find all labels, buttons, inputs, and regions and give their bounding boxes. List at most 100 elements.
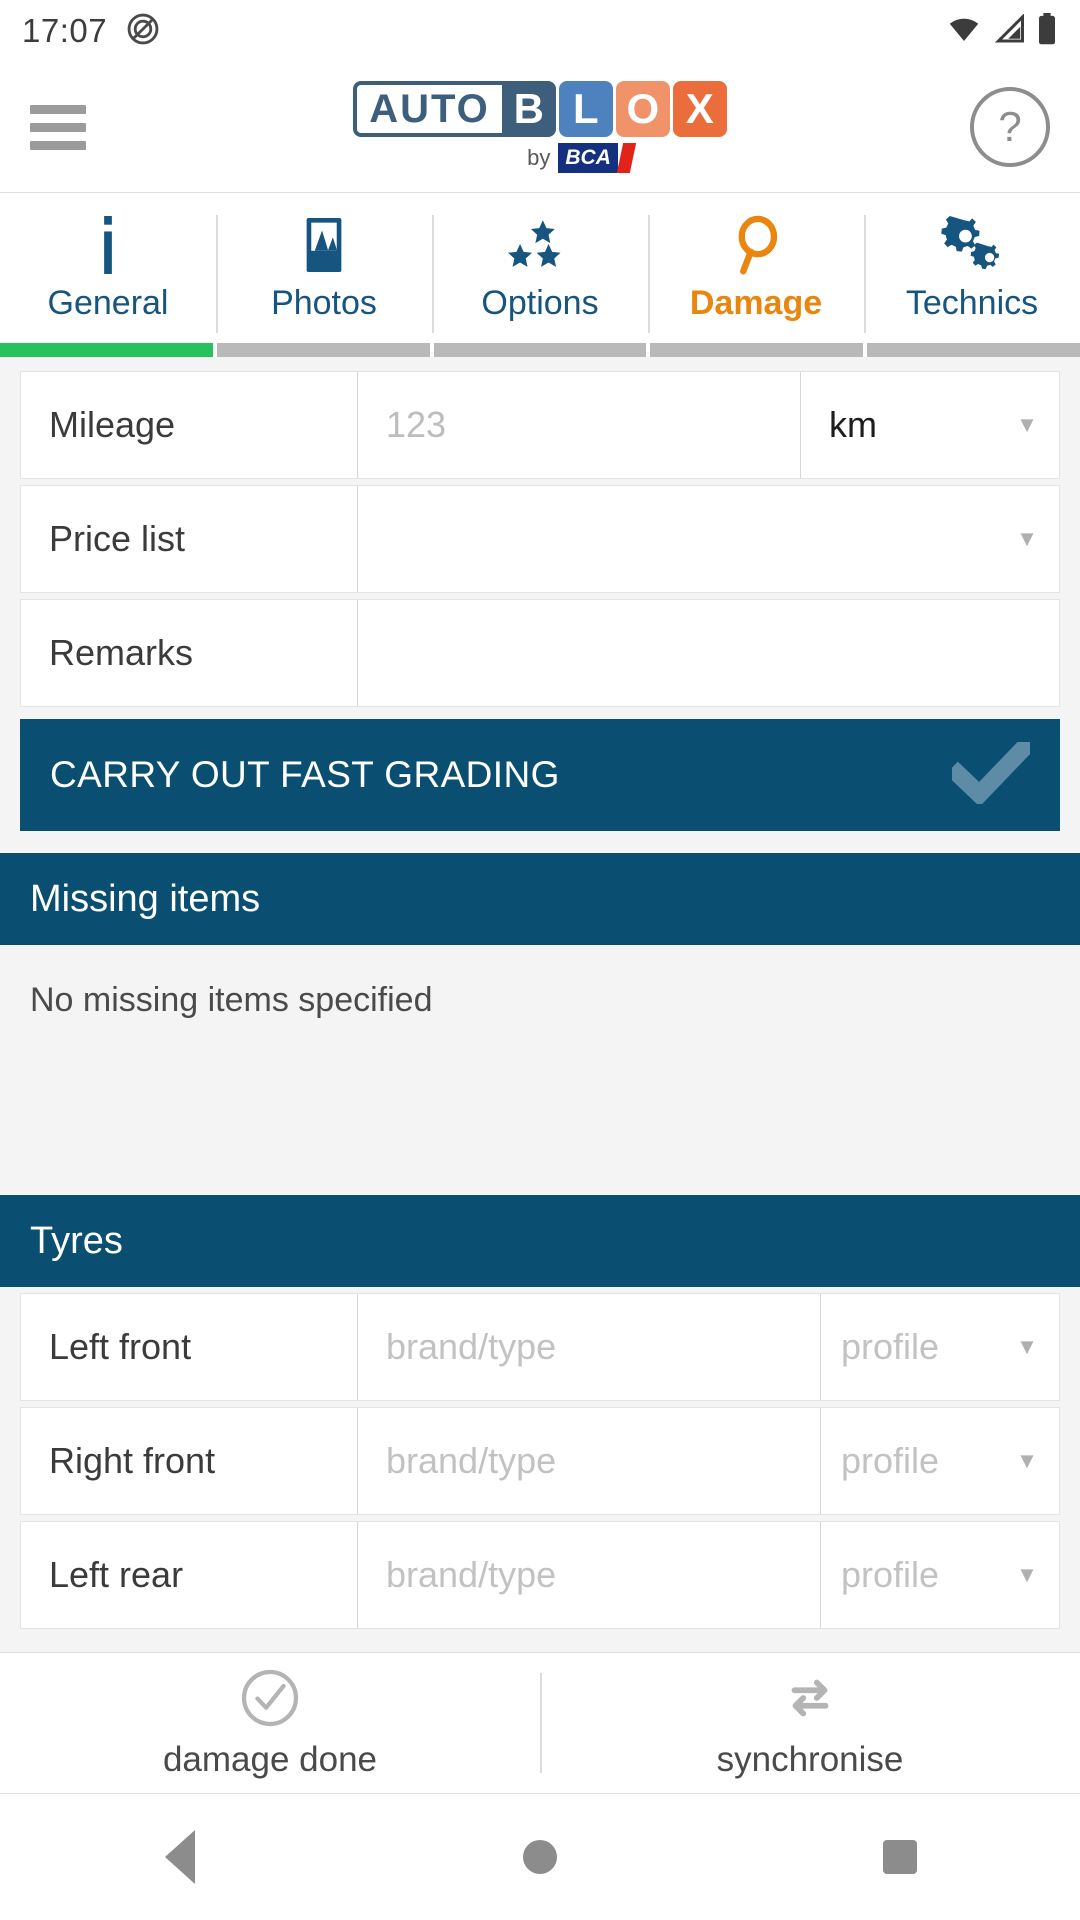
field-price-list-label: Price list (49, 518, 186, 559)
damage-done-button[interactable]: damage done (0, 1653, 540, 1793)
home-circle-icon (523, 1840, 557, 1874)
bottom-action-bar: damage done synchronise (0, 1652, 1080, 1793)
field-mileage[interactable]: Mileage 123 km ▼ (20, 371, 1060, 479)
hamburger-bar (30, 140, 86, 150)
chevron-down-icon[interactable]: ▼ (995, 1408, 1059, 1514)
app-screen: 17:07 AUTO B L O X by BCA ? General Phot… (0, 0, 1080, 1920)
field-mileage-input[interactable]: 123 (357, 372, 800, 478)
tyre-row-right-front[interactable]: Right front brand/type profile ▼ (20, 1407, 1060, 1515)
synchronise-label: synchronise (716, 1739, 904, 1779)
carry-out-fast-grading-button[interactable]: CARRY OUT FAST GRADING (20, 719, 1060, 831)
nav-back-button[interactable] (0, 1830, 360, 1884)
logo-letter-l: L (558, 81, 613, 137)
missing-items-spacer (0, 1055, 1080, 1195)
stars-icon (502, 214, 578, 276)
tab-progress-bar (0, 343, 1080, 357)
android-nav-bar (0, 1793, 1080, 1920)
status-bar-left: 17:07 (22, 11, 161, 52)
magnifier-icon (729, 214, 783, 276)
field-remarks-label: Remarks (49, 632, 194, 673)
field-remarks-input[interactable] (357, 600, 1059, 706)
logo-letter-b: B (501, 81, 556, 137)
field-mileage-label: Mileage (49, 404, 176, 445)
tyre-left-front-label: Left front (49, 1326, 192, 1367)
form-scroll-area[interactable]: Mileage 123 km ▼ Price list ▼ Remarks CA… (0, 357, 1080, 1652)
progress-segment-photos (216, 343, 430, 357)
progress-segment-damage (650, 343, 864, 357)
mute-icon (125, 11, 161, 52)
field-remarks[interactable]: Remarks (20, 599, 1060, 707)
chevron-down-icon[interactable]: ▼ (995, 1522, 1059, 1628)
tab-bar: General Photos Options Damage Technics (0, 193, 1080, 343)
tyre-right-front-label: Right front (49, 1440, 216, 1481)
chevron-down-icon[interactable]: ▼ (995, 1294, 1059, 1400)
question-mark-icon: ? (998, 103, 1022, 150)
tab-options-label: Options (481, 283, 599, 322)
tab-damage[interactable]: Damage (648, 193, 864, 343)
hamburger-menu-icon[interactable] (30, 104, 86, 150)
tab-technics[interactable]: Technics (864, 193, 1080, 343)
nav-recents-button[interactable] (720, 1840, 1080, 1874)
tyre-left-rear-brand-input[interactable]: brand/type (357, 1522, 820, 1628)
logo-letter-o: O (615, 81, 670, 137)
field-price-list-input[interactable] (357, 486, 995, 592)
tab-options[interactable]: Options (432, 193, 648, 343)
by-text: by (527, 145, 551, 170)
chevron-down-icon[interactable]: ▼ (995, 372, 1059, 478)
synchronise-button[interactable]: synchronise (540, 1653, 1080, 1793)
sync-arrows-icon (779, 1667, 841, 1734)
tyre-left-rear-label: Left rear (49, 1554, 184, 1595)
field-mileage-unit[interactable]: km (800, 372, 995, 478)
tab-general[interactable]: General (0, 193, 216, 343)
status-bar-right (946, 12, 1058, 50)
field-price-list[interactable]: Price list ▼ (20, 485, 1060, 593)
info-icon (98, 214, 118, 276)
check-circle-icon (239, 1667, 301, 1734)
progress-segment-options (433, 343, 647, 357)
recents-square-icon (883, 1840, 917, 1874)
progress-segment-general (0, 343, 213, 357)
wifi-icon (946, 14, 982, 49)
section-header-missing-items: Missing items (0, 853, 1080, 945)
chevron-down-icon[interactable]: ▼ (995, 486, 1059, 592)
tab-damage-label: Damage (689, 283, 823, 322)
tyre-left-front-brand-input[interactable]: brand/type (357, 1294, 820, 1400)
tyre-right-front-brand-input[interactable]: brand/type (357, 1408, 820, 1514)
section-title-tyres: Tyres (30, 1219, 123, 1262)
tab-photos-label: Photos (271, 283, 377, 322)
tab-photos[interactable]: Photos (216, 193, 432, 343)
back-triangle-icon (165, 1830, 195, 1884)
tyre-right-front-profile-input[interactable]: profile (820, 1408, 995, 1514)
logo-auto-text: AUTO (353, 81, 502, 137)
section-title-missing-items: Missing items (30, 877, 261, 920)
status-bar-clock: 17:07 (22, 12, 108, 49)
tyre-row-left-rear[interactable]: Left rear brand/type profile ▼ (20, 1521, 1060, 1629)
status-bar: 17:07 (0, 0, 1080, 62)
battery-icon (1036, 12, 1058, 50)
progress-segment-technics (867, 343, 1080, 357)
hamburger-bar (30, 104, 86, 114)
by-bca-byline: by BCA (527, 143, 637, 173)
missing-items-empty-text: No missing items specified (0, 945, 1080, 1055)
gears-icon (939, 214, 1005, 276)
tyre-row-left-front[interactable]: Left front brand/type profile ▼ (20, 1293, 1060, 1401)
brand-logo: AUTO B L O X by BCA (0, 62, 1080, 192)
hamburger-bar (30, 122, 86, 132)
cellular-signal-icon (992, 12, 1026, 49)
tyre-left-rear-profile-input[interactable]: profile (820, 1522, 995, 1628)
help-button[interactable]: ? (970, 87, 1050, 167)
tab-general-label: General (47, 283, 169, 322)
nav-home-button[interactable] (360, 1840, 720, 1874)
logo-letter-x: X (672, 81, 727, 137)
tyre-left-front-profile-input[interactable]: profile (820, 1294, 995, 1400)
tab-technics-label: Technics (905, 283, 1039, 322)
bca-red-stripe (616, 143, 637, 173)
bca-text: BCA (558, 143, 618, 173)
app-header: AUTO B L O X by BCA ? (0, 62, 1080, 193)
image-icon (297, 214, 351, 276)
damage-done-label: damage done (162, 1739, 378, 1779)
carry-out-fast-grading-label: CARRY OUT FAST GRADING (50, 754, 560, 795)
checkmark-icon (945, 734, 1037, 809)
section-header-tyres: Tyres (0, 1195, 1080, 1287)
bca-logo: BCA (558, 143, 637, 173)
